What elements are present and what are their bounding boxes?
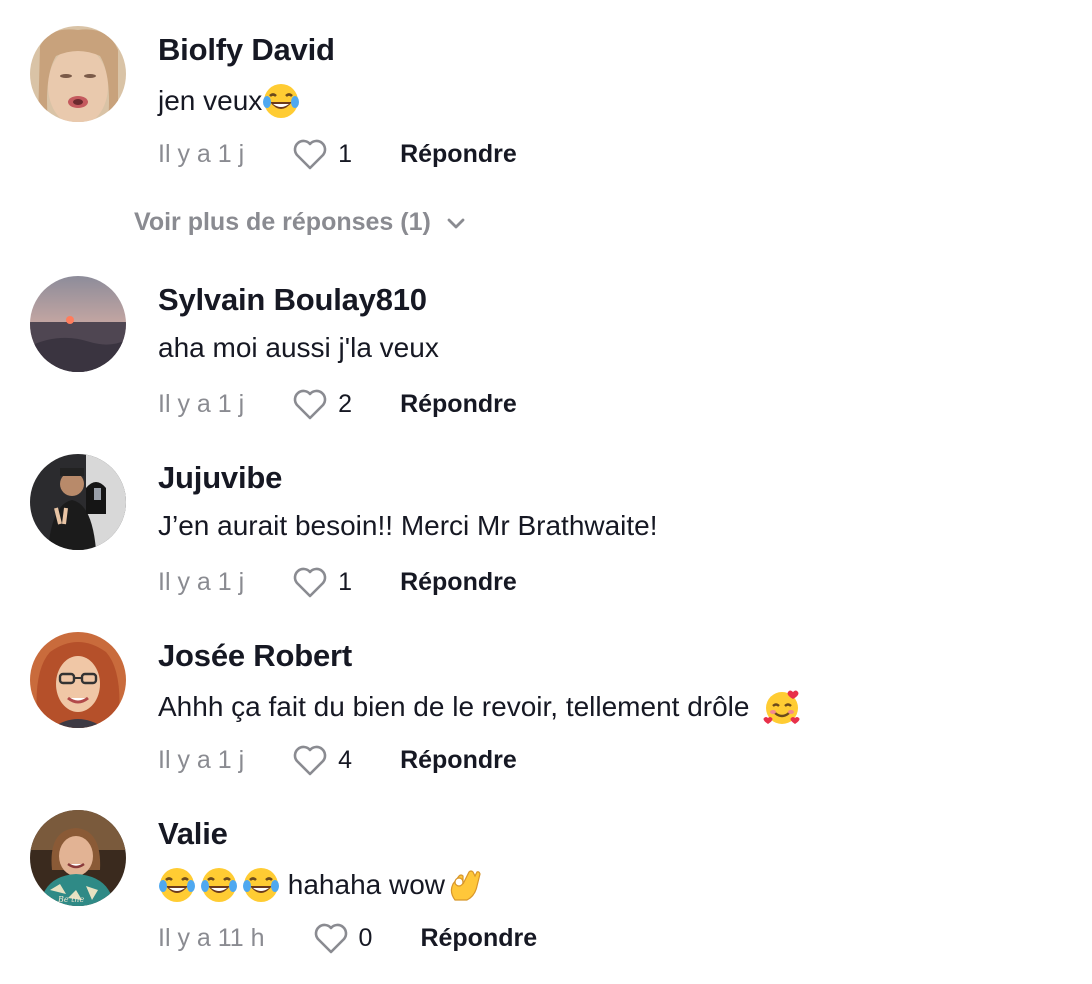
ok-hand-icon	[445, 866, 483, 904]
like-button[interactable]: 1	[292, 137, 352, 171]
comment-text: J’en aurait besoin!! Merci Mr Brathwaite…	[158, 510, 658, 542]
comment-username[interactable]: Biolfy David	[158, 32, 335, 68]
avatar[interactable]: Be the	[30, 810, 126, 906]
comment-username[interactable]: Jujuvibe	[158, 460, 282, 496]
face-with-tears-of-joy-icon	[200, 866, 238, 904]
avatar[interactable]	[30, 632, 126, 728]
reply-button[interactable]: Répondre	[400, 568, 517, 597]
face-with-tears-of-joy-icon	[242, 866, 280, 904]
heart-outline-icon	[293, 567, 327, 598]
svg-text:Be the: Be the	[57, 895, 85, 904]
like-count: 1	[338, 567, 353, 596]
like-count: 1	[338, 139, 353, 168]
comment-text: aha moi aussi j'la veux	[158, 332, 439, 364]
reply-button[interactable]: Répondre	[400, 140, 517, 169]
like-button[interactable]: 4	[292, 743, 352, 777]
heart-outline-icon	[314, 923, 347, 954]
like-button[interactable]: 0	[313, 921, 373, 955]
comment-meta: Il y a 1 j 4 Répondre	[158, 742, 517, 778]
comment-text-content: aha moi aussi j'la veux	[158, 332, 439, 363]
face-with-tears-of-joy-icon	[262, 82, 300, 120]
comment-username[interactable]: Sylvain Boulay810	[158, 282, 427, 318]
comment-text-content: Ahhh ça fait du bien de le revoir, telle…	[158, 691, 758, 722]
comment-username[interactable]: Valie	[158, 816, 228, 852]
avatar[interactable]	[30, 276, 126, 372]
comment-text-content: J’en aurait besoin!! Merci Mr Brathwaite…	[158, 510, 658, 541]
comment-timestamp: Il y a 1 j	[158, 567, 245, 596]
like-button[interactable]: 2	[292, 387, 352, 421]
view-more-replies-button[interactable]: Voir plus de réponses (1)	[134, 208, 467, 237]
comment-timestamp: Il y a 1 j	[158, 389, 245, 418]
comment-meta: Il y a 1 j 1 Répondre	[158, 564, 517, 600]
face-with-tears-of-joy-icon	[158, 866, 196, 904]
heart-outline-icon	[293, 389, 327, 420]
like-button[interactable]: 1	[292, 565, 352, 599]
comment-meta: Il y a 1 j 1 Répondre	[158, 136, 517, 172]
smiling-face-with-hearts-icon	[763, 688, 801, 726]
avatar[interactable]	[30, 26, 126, 122]
like-count: 0	[358, 923, 373, 952]
comment-text: hahaha wow	[158, 866, 483, 904]
comment-timestamp: Il y a 1 j	[158, 139, 245, 168]
comment-meta: Il y a 11 h 0 Répondre	[158, 920, 537, 956]
comment-text-content: jen veux	[158, 85, 263, 116]
reply-button[interactable]: Répondre	[420, 924, 537, 953]
heart-outline-icon	[293, 139, 327, 170]
view-more-replies-label: Voir plus de réponses (1)	[134, 208, 431, 236]
reply-button[interactable]: Répondre	[400, 390, 517, 419]
chevron-down-icon	[447, 218, 465, 228]
like-count: 4	[338, 745, 353, 774]
comment-meta: Il y a 1 j 2 Répondre	[158, 386, 517, 422]
comment-username[interactable]: Josée Robert	[158, 638, 352, 674]
heart-outline-icon	[293, 745, 327, 776]
comment-text: Ahhh ça fait du bien de le revoir, telle…	[158, 688, 801, 726]
comment-timestamp: Il y a 1 j	[158, 745, 245, 774]
comment-timestamp: Il y a 11 h	[158, 923, 265, 952]
comment-text: jen veux	[158, 82, 300, 120]
reply-button[interactable]: Répondre	[400, 746, 517, 775]
comment-text-content: hahaha wow	[280, 869, 446, 900]
like-count: 2	[338, 389, 353, 418]
avatar[interactable]	[30, 454, 126, 550]
